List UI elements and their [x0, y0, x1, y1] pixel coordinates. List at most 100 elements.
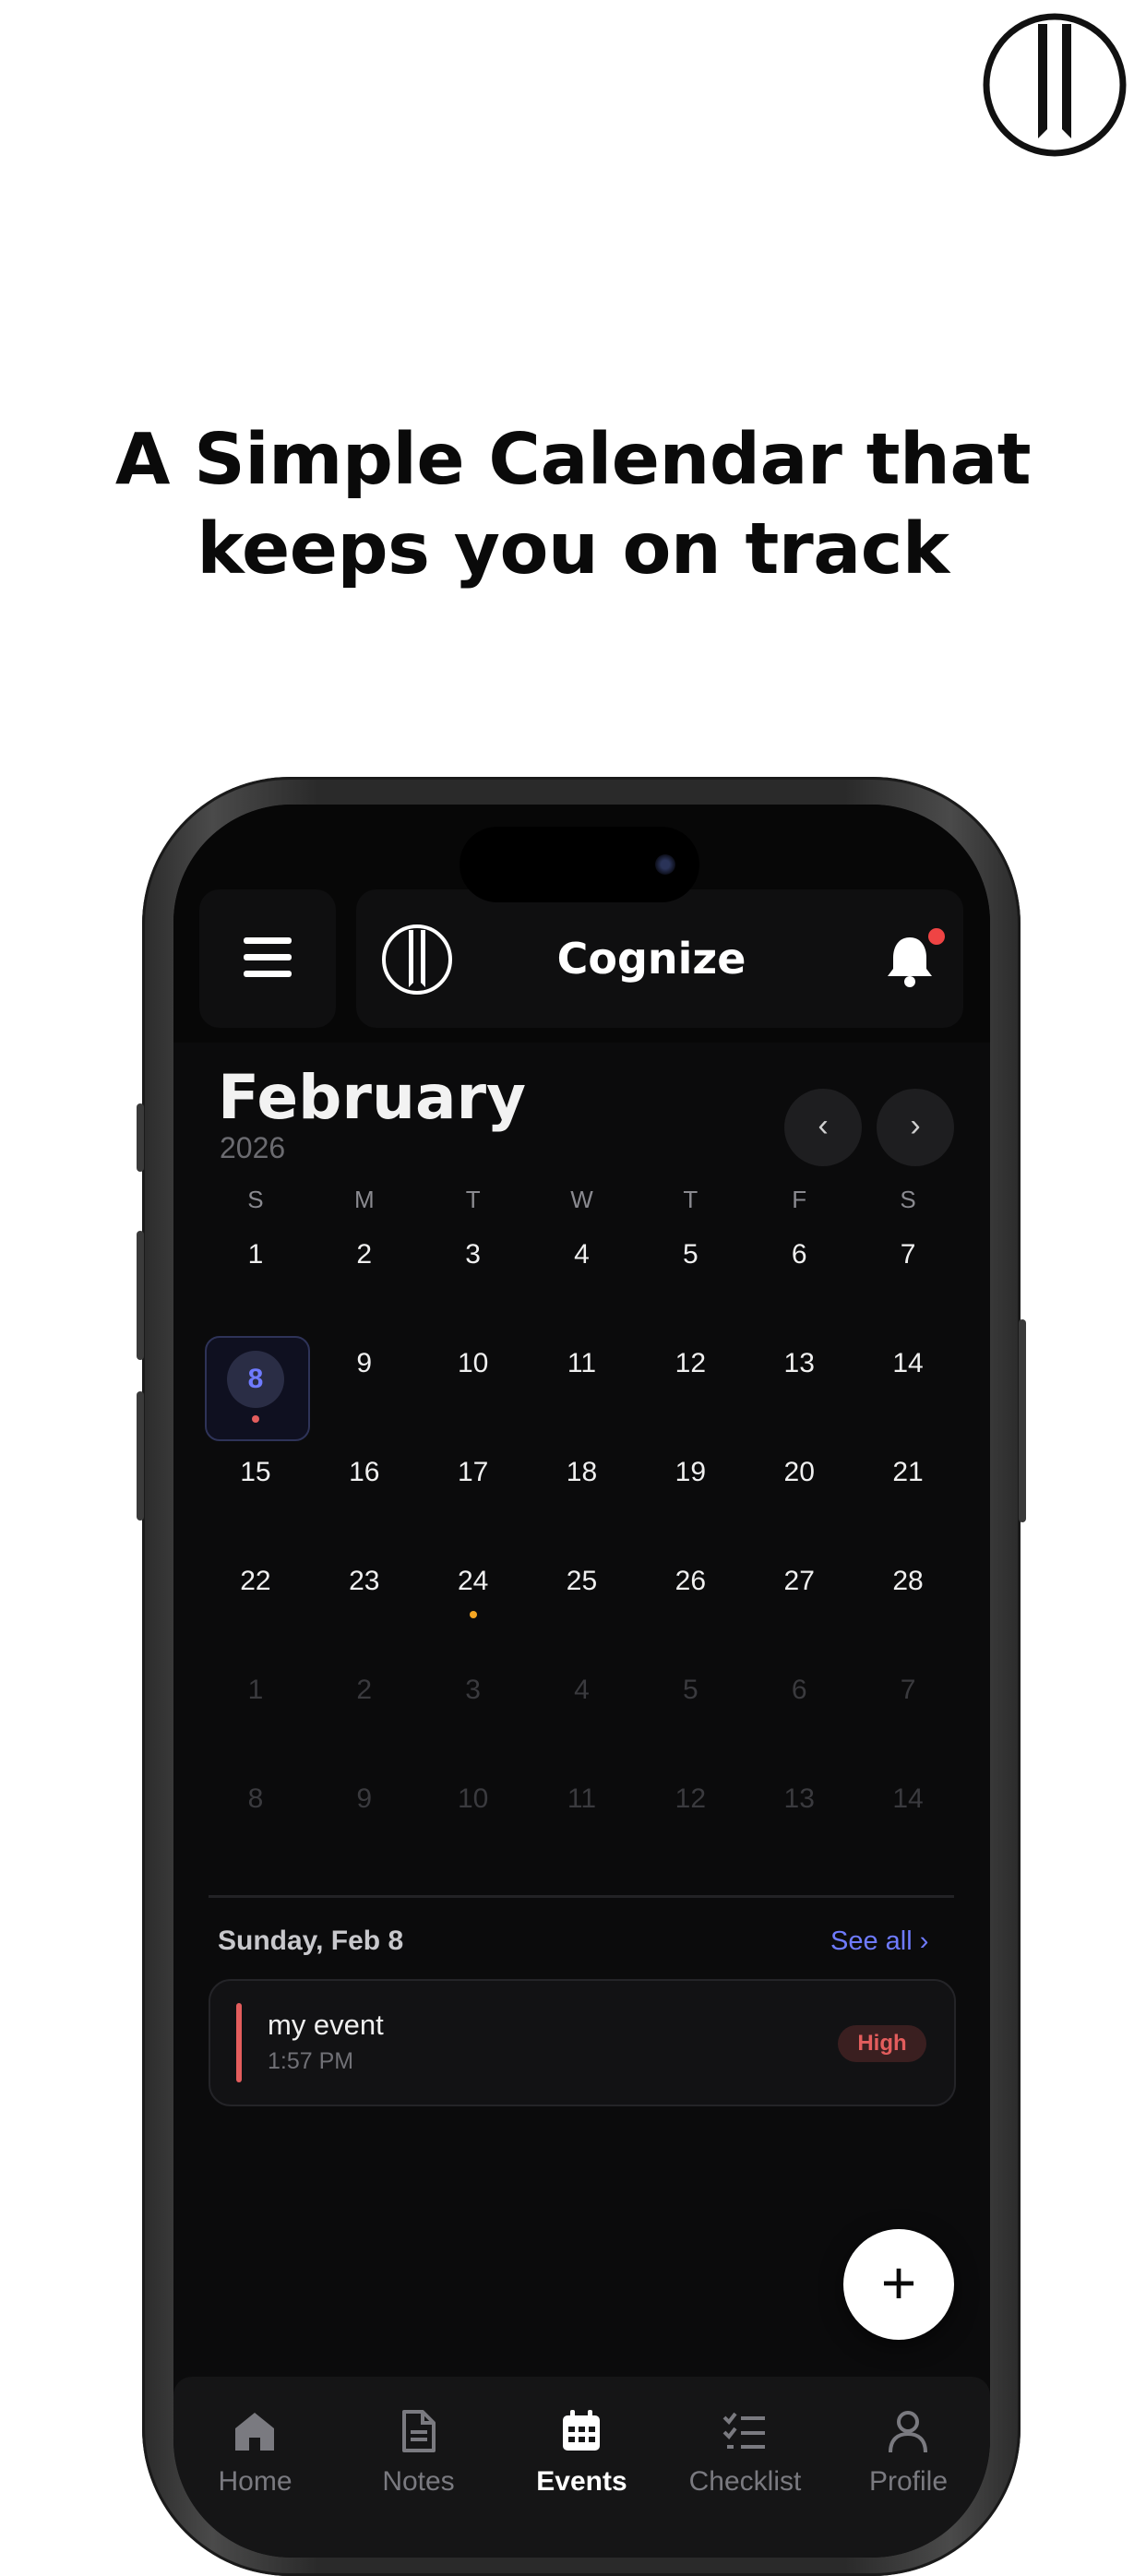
calendar-day[interactable]: 1: [201, 1663, 310, 1771]
calendar-day[interactable]: 6: [745, 1663, 854, 1771]
event-indicator-dot: [469, 1611, 477, 1618]
calendar-day[interactable]: 7: [854, 1663, 962, 1771]
calendar-day[interactable]: 24: [419, 1554, 528, 1663]
calendar-day-number: 6: [791, 1675, 807, 1705]
promo-headline-line2: keeps you on track: [197, 508, 949, 590]
calendar-day[interactable]: 21: [854, 1445, 962, 1554]
weekday-label: F: [792, 1186, 807, 1213]
calendar-day[interactable]: 13: [745, 1336, 854, 1445]
calendar-day[interactable]: 5: [636, 1663, 745, 1771]
calendar-grid: 1 2 3 4 5 6 7 8 9 10 11 12 13 14 15 16 17 18 19 20 21 22 23 24 2…: [201, 1227, 962, 1880]
calendar-day-number: 15: [240, 1457, 271, 1487]
calendar-day[interactable]: 16: [310, 1445, 419, 1554]
menu-button[interactable]: [199, 889, 336, 1028]
calendar-day-number: 19: [674, 1457, 707, 1487]
selected-date-heading: Sunday, Feb 8: [218, 1926, 404, 1956]
calendar-day[interactable]: 10: [419, 1336, 528, 1445]
calendar-day[interactable]: 11: [528, 1336, 637, 1445]
calendar-day-number: 16: [349, 1457, 380, 1487]
weekday-label: M: [353, 1186, 375, 1213]
calendar-day[interactable]: 14: [854, 1336, 962, 1445]
calendar-day-number: 24: [457, 1566, 489, 1596]
app-logo-icon: [382, 924, 452, 995]
calendar-day[interactable]: 7: [854, 1227, 962, 1336]
calendar-day-number: 26: [674, 1566, 707, 1596]
brand-logo: [983, 13, 1127, 157]
calendar-day[interactable]: 12: [636, 1336, 745, 1445]
calendar-day-number: 12: [674, 1783, 707, 1814]
weekday-label: T: [683, 1186, 698, 1213]
calendar-day[interactable]: 18: [528, 1445, 637, 1554]
tab-label: Profile: [868, 2466, 949, 2497]
calendar-day[interactable]: 27: [745, 1554, 854, 1663]
chevron-left-icon: ‹: [818, 1108, 829, 1143]
calendar-day[interactable]: 17: [419, 1445, 528, 1554]
add-event-button[interactable]: +: [843, 2229, 954, 2340]
phone-power-button: [1019, 1319, 1026, 1522]
calendar-day-number: 1: [247, 1675, 264, 1705]
calendar-day[interactable]: 14: [854, 1771, 962, 1880]
calendar-day[interactable]: 3: [419, 1227, 528, 1336]
priority-badge: High: [838, 2025, 926, 2062]
calendar-day[interactable]: 13: [745, 1771, 854, 1880]
calendar-day[interactable]: 9: [310, 1336, 419, 1445]
calendar-day[interactable]: 5: [636, 1227, 745, 1336]
calendar-day[interactable]: 20: [745, 1445, 854, 1554]
event-title: my event: [268, 2009, 384, 2041]
calendar-day-number: 2: [356, 1239, 373, 1270]
notification-badge: [928, 928, 945, 945]
profile-icon: [889, 2411, 927, 2453]
dynamic-island: [460, 827, 699, 902]
calendar-day[interactable]: 9: [310, 1771, 419, 1880]
weekday-header: S M T W T F S: [201, 1185, 962, 1214]
prev-month-button[interactable]: ‹: [784, 1089, 862, 1166]
calendar-day-number: 28: [892, 1566, 924, 1596]
calendar-day-number: 25: [566, 1566, 598, 1596]
calendar-day[interactable]: 28: [854, 1554, 962, 1663]
calendar-day[interactable]: 6: [745, 1227, 854, 1336]
tab-label: Checklist: [688, 2466, 802, 2497]
calendar-day-number: 14: [892, 1348, 924, 1378]
next-month-button[interactable]: ›: [877, 1089, 954, 1166]
calendar-day-selected[interactable]: 8: [201, 1336, 310, 1445]
calendar-day-number: 13: [783, 1348, 815, 1378]
weekday-label: S: [900, 1186, 916, 1213]
calendar-day[interactable]: 19: [636, 1445, 745, 1554]
calendar-day[interactable]: 2: [310, 1663, 419, 1771]
calendar-day-number: 13: [783, 1783, 815, 1814]
phone-action-button: [137, 1103, 144, 1172]
checklist-icon: [722, 2412, 765, 2449]
calendar-day-number: 18: [566, 1457, 598, 1487]
app-title-bar: Cognize: [356, 889, 963, 1028]
calendar-day[interactable]: 12: [636, 1771, 745, 1880]
calendar-day-number: 11: [567, 1348, 597, 1378]
weekday-label: W: [570, 1186, 593, 1213]
weekday-label: T: [465, 1186, 481, 1213]
calendar-day-number: 17: [457, 1457, 489, 1487]
calendar-day[interactable]: 23: [310, 1554, 419, 1663]
calendar-day[interactable]: 3: [419, 1663, 528, 1771]
event-card[interactable]: my event 1:57 PM High: [209, 1979, 956, 2106]
promo-headline: A Simple Calendar that keeps you on trac…: [0, 415, 1146, 594]
calendar-day-number: 27: [783, 1566, 815, 1596]
calendar-day[interactable]: 25: [528, 1554, 637, 1663]
weekday-label: S: [247, 1186, 264, 1213]
calendar-day[interactable]: 22: [201, 1554, 310, 1663]
home-icon: [235, 2413, 274, 2451]
see-all-link[interactable]: See all ›: [830, 1923, 928, 1960]
calendar-day[interactable]: 8: [201, 1771, 310, 1880]
calendar-day[interactable]: 10: [419, 1771, 528, 1880]
year-label: 2026: [220, 1131, 286, 1164]
calendar-day[interactable]: 4: [528, 1663, 637, 1771]
event-priority-bar: [236, 2003, 242, 2082]
calendar-day-number: 22: [240, 1566, 271, 1596]
calendar-day-number: 10: [457, 1783, 489, 1814]
calendar-day[interactable]: 26: [636, 1554, 745, 1663]
calendar-day[interactable]: 15: [201, 1445, 310, 1554]
calendar-day[interactable]: 1: [201, 1227, 310, 1336]
calendar-day[interactable]: 2: [310, 1227, 419, 1336]
calendar-day-number: 7: [900, 1239, 916, 1270]
calendar-day[interactable]: 11: [528, 1771, 637, 1880]
calendar-day[interactable]: 4: [528, 1227, 637, 1336]
calendar-day-number: 23: [349, 1566, 380, 1596]
